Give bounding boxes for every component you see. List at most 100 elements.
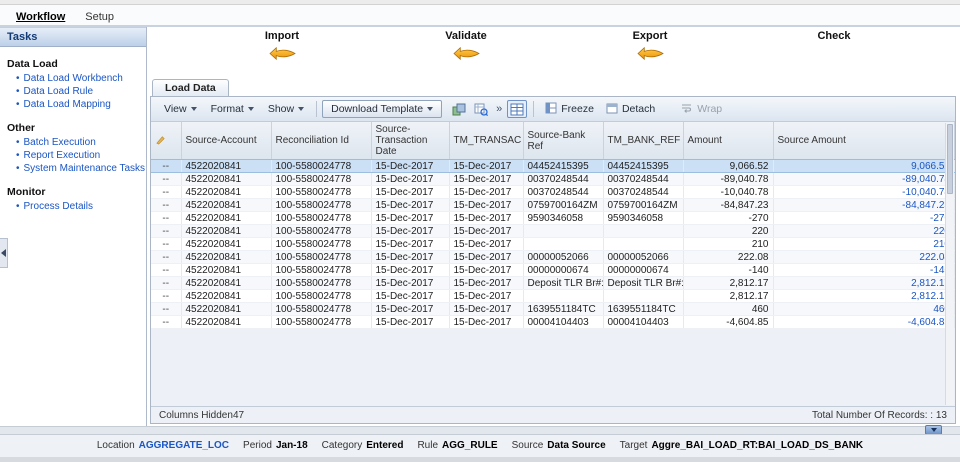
cell-3: 15-Dec-2017 <box>371 173 449 186</box>
status-value: Aggre_BAI_LOAD_RT:BAI_LOAD_DS_BANK <box>651 440 863 451</box>
workflow-step-export[interactable]: Export <box>558 30 742 79</box>
table-row[interactable]: --4522020841100-558002477815-Dec-201715-… <box>151 173 955 186</box>
column-header-tm-bank-ref[interactable]: TM_BANK_REF <box>603 122 683 160</box>
cell-5 <box>523 290 603 303</box>
table-row[interactable]: --4522020841100-558002477815-Dec-201715-… <box>151 277 955 290</box>
column-header-source-transaction-date[interactable]: Source-Transaction Date <box>371 122 449 160</box>
cell-7: 460 <box>683 303 773 316</box>
sidebar-item-batch-execution[interactable]: •Batch Execution <box>0 136 146 149</box>
sidebar-section-title: Other <box>0 120 146 136</box>
table-row[interactable]: --4522020841100-558002477815-Dec-201715-… <box>151 212 955 225</box>
table-row[interactable]: --4522020841100-558002477815-Dec-201715-… <box>151 238 955 251</box>
tasks-panel-header[interactable]: Tasks <box>0 27 146 47</box>
cell-1: 4522020841 <box>181 160 271 173</box>
sidebar-item-data-load-rule[interactable]: •Data Load Rule <box>0 85 146 98</box>
table-scrollbar[interactable] <box>945 123 954 405</box>
cell-2: 100-5580024778 <box>271 303 371 316</box>
workflow-step-label: Check <box>742 30 926 42</box>
table-row[interactable]: --4522020841100-558002477815-Dec-201715-… <box>151 264 955 277</box>
column-header-source-amount[interactable]: Source Amount <box>773 122 955 160</box>
cell-3: 15-Dec-2017 <box>371 316 449 329</box>
tab-workflow[interactable]: Workflow <box>6 8 75 25</box>
table-row[interactable]: --4522020841100-558002477815-Dec-201715-… <box>151 186 955 199</box>
format-menu-label: Format <box>211 103 244 115</box>
content-area: Tasks Data Load•Data Load Workbench•Data… <box>0 27 960 426</box>
sidebar-item-process-details[interactable]: •Process Details <box>0 200 146 213</box>
table-row[interactable]: --4522020841100-558002477815-Dec-201715-… <box>151 225 955 238</box>
load-data-grid: Source-AccountReconciliation IdSource-Tr… <box>151 122 955 329</box>
bullet-icon: • <box>16 137 20 148</box>
tab-setup[interactable]: Setup <box>75 8 124 25</box>
cell-6: 9590346058 <box>603 212 683 225</box>
toolbar-overflow-chevron[interactable]: » <box>492 103 506 115</box>
status-label: Target <box>620 440 648 451</box>
cell-8: -10,040.78 <box>773 186 955 199</box>
window-bottom-strip <box>0 457 960 462</box>
sidebar-collapse-arrow[interactable] <box>0 238 8 268</box>
column-header-amount[interactable]: Amount <box>683 122 773 160</box>
cell-6: 00004104403 <box>603 316 683 329</box>
sidebar-item-system-maintenance-tasks[interactable]: •System Maintenance Tasks <box>0 162 146 175</box>
status-label: Period <box>243 440 272 451</box>
table-row[interactable]: --4522020841100-558002477815-Dec-201715-… <box>151 303 955 316</box>
cell-7: 2,812.17 <box>683 290 773 303</box>
cell-2: 100-5580024778 <box>271 186 371 199</box>
table-row[interactable]: --4522020841100-558002477815-Dec-201715-… <box>151 251 955 264</box>
column-header-reconciliation-id[interactable]: Reconciliation Id <box>271 122 371 160</box>
cell-8: 2,812.17 <box>773 277 955 290</box>
cell-5: 00000000674 <box>523 264 603 277</box>
table-row[interactable]: --4522020841100-558002477815-Dec-201715-… <box>151 316 955 329</box>
workflow-step-check[interactable]: Check <box>742 30 926 79</box>
table-row[interactable]: --4522020841100-558002477815-Dec-201715-… <box>151 290 955 303</box>
load-data-panel: View Format Show Download Template » <box>150 96 956 424</box>
cell-6: 00000000674 <box>603 264 683 277</box>
scrollbar-thumb[interactable] <box>947 124 953 194</box>
detach-button[interactable]: Detach <box>600 100 661 119</box>
export-to-excel-icon[interactable] <box>449 100 469 118</box>
fish-icon[interactable] <box>558 45 742 63</box>
cell-1: 4522020841 <box>181 290 271 303</box>
cell-2: 100-5580024778 <box>271 225 371 238</box>
toolbar-separator <box>533 101 534 117</box>
freeze-button[interactable]: Freeze <box>539 100 600 119</box>
query-by-example-icon[interactable] <box>471 100 491 118</box>
sidebar-item-report-execution[interactable]: •Report Execution <box>0 149 146 162</box>
freeze-label: Freeze <box>561 103 594 115</box>
table-row[interactable]: --4522020841100-558002477815-Dec-201715-… <box>151 160 955 173</box>
cell-1: 4522020841 <box>181 316 271 329</box>
status-location: LocationAGGREGATE_LOC <box>97 440 229 451</box>
sidebar-section-monitor: Monitor•Process Details <box>0 184 146 213</box>
cell-1: 4522020841 <box>181 225 271 238</box>
workflow-step-import[interactable]: Import <box>190 30 374 79</box>
sidebar-item-data-load-mapping[interactable]: •Data Load Mapping <box>0 98 146 111</box>
column-header-row-selector[interactable] <box>151 122 181 160</box>
columns-hidden-label: Columns Hidden <box>159 410 233 421</box>
cell-8: 2,812.17 <box>773 290 955 303</box>
cell-3: 15-Dec-2017 <box>371 251 449 264</box>
show-menu-button[interactable]: Show <box>261 101 311 117</box>
column-header-tm-transac[interactable]: TM_TRANSAC <box>449 122 523 160</box>
total-records: Total Number Of Records: : 13 <box>812 410 947 421</box>
fish-icon[interactable] <box>190 45 374 63</box>
tab-load-data[interactable]: Load Data <box>152 79 229 96</box>
tasks-sidebar: Tasks Data Load•Data Load Workbench•Data… <box>0 27 147 426</box>
sidebar-item-label: Data Load Rule <box>24 86 94 97</box>
cell-0: -- <box>151 186 181 199</box>
view-menu-button[interactable]: View <box>157 101 204 117</box>
columns-hidden: Columns Hidden47 <box>159 410 244 421</box>
workflow-step-validate[interactable]: Validate <box>374 30 558 79</box>
cell-7: -10,040.78 <box>683 186 773 199</box>
table-row[interactable]: --4522020841100-558002477815-Dec-201715-… <box>151 199 955 212</box>
status-value: Entered <box>366 440 403 451</box>
column-header-source-bank-ref[interactable]: Source-Bank Ref <box>523 122 603 160</box>
cell-3: 15-Dec-2017 <box>371 186 449 199</box>
format-menu-button[interactable]: Format <box>204 101 261 117</box>
cell-3: 15-Dec-2017 <box>371 212 449 225</box>
data-grid-view-icon[interactable] <box>507 100 527 118</box>
fish-icon[interactable] <box>374 45 558 63</box>
download-template-button[interactable]: Download Template <box>322 100 442 118</box>
cell-0: -- <box>151 199 181 212</box>
column-header-source-account[interactable]: Source-Account <box>181 122 271 160</box>
status-label: Source <box>512 440 544 451</box>
sidebar-item-data-load-workbench[interactable]: •Data Load Workbench <box>0 72 146 85</box>
